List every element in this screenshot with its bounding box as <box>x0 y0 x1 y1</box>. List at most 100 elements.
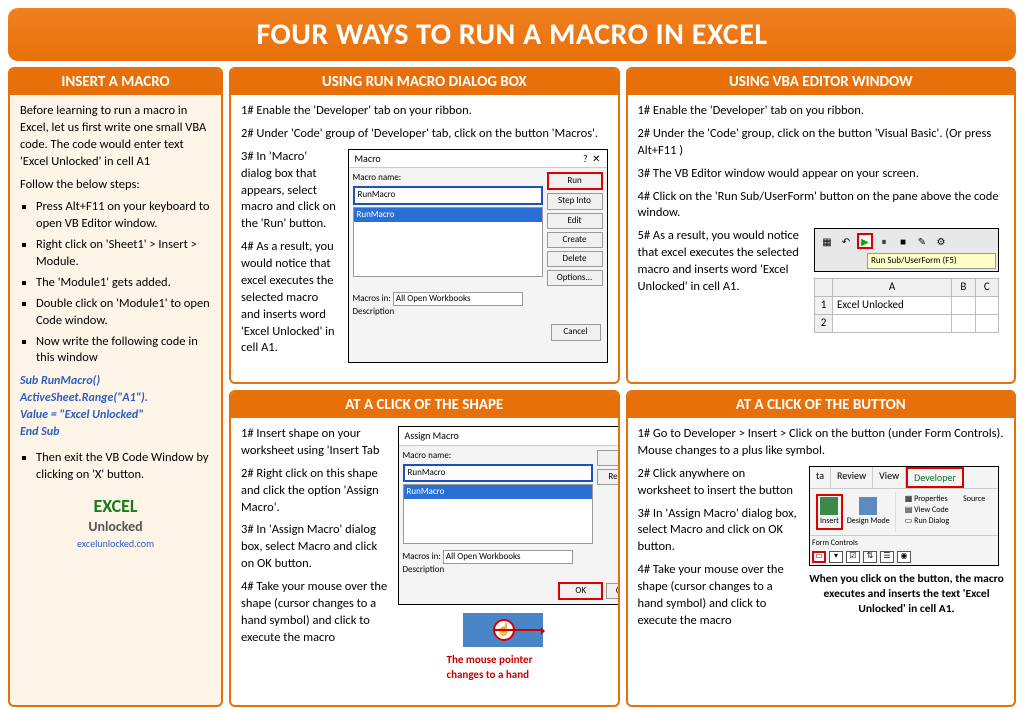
source-item[interactable]: Source <box>961 494 987 505</box>
panel-body-button: 1# Go to Developer > Insert > Click on t… <box>628 418 1015 705</box>
panel-header-run: USING RUN MACRO DIALOG BOX <box>231 69 618 95</box>
form-controls-label: Form Controls <box>812 538 996 549</box>
toolbar-icon[interactable]: ⏸ <box>876 233 892 249</box>
checkbox-control-icon[interactable]: ☑ <box>846 551 860 563</box>
insert-button[interactable]: Insert <box>816 494 843 530</box>
panel-header-button: AT A CLICK OF THE BUTTON <box>628 392 1015 418</box>
vba-code: Sub RunMacro() ActiveSheet.Range("A1"). … <box>20 373 211 440</box>
button-result-note: When you click on the button, the macro … <box>809 572 1004 617</box>
toolbar-icon[interactable]: ✎ <box>914 233 930 249</box>
ribbon-tab[interactable]: ta <box>810 467 831 489</box>
panel-body-shape: 1# Insert shape on your worksheet using … <box>231 418 618 705</box>
col-header: A <box>833 279 952 297</box>
step-item: Press Alt+F11 on your keyboard to open V… <box>36 199 211 233</box>
spinner-control-icon[interactable]: ⇅ <box>863 551 877 563</box>
run-s3: 3# In 'Macro' dialog box that appears, s… <box>241 149 340 233</box>
properties-item[interactable]: ▦ Properties <box>903 494 951 505</box>
macros-in-select[interactable]: All Open Workbooks <box>393 292 523 306</box>
macro-list-item[interactable]: RunMacro <box>404 485 592 499</box>
run-s4: 4# As a result, you would notice that ex… <box>241 239 340 357</box>
row-header: 2 <box>815 315 833 333</box>
panel-run-dialog: USING RUN MACRO DIALOG BOX 1# Enable the… <box>229 67 620 384</box>
code-line: End Sub <box>20 424 211 441</box>
ok-button[interactable]: OK <box>558 582 603 600</box>
arrow-icon <box>493 629 543 631</box>
last-step-list: Then exit the VB Code Window by clicking… <box>20 450 211 484</box>
run-s2: 2# Under 'Code' group of 'Developer' tab… <box>241 126 608 143</box>
step-item: Right click on 'Sheet1' > Insert > Modul… <box>36 237 211 271</box>
shape-s1: 1# Insert shape on your worksheet using … <box>241 426 390 460</box>
run-s1: 1# Enable the 'Developer' tab on your ri… <box>241 103 608 120</box>
button-control-icon[interactable]: ▭ <box>812 551 826 563</box>
developer-ribbon: ta Review View Developer Insert <box>809 466 999 566</box>
step-item: Now write the following code in this win… <box>36 334 211 368</box>
cancel-button[interactable]: Cancel <box>606 583 618 599</box>
design-mode-button[interactable]: Design Mode <box>845 496 892 528</box>
vba-s4: 4# Click on the 'Run Sub/UserForm' butto… <box>638 189 1005 223</box>
content-grid: INSERT A MACRO Before learning to run a … <box>8 67 1016 707</box>
shape-s2: 2# Right click on this shape and click t… <box>241 466 390 517</box>
macros-in-label: Macros in: <box>353 293 391 304</box>
panel-header-insert: INSERT A MACRO <box>10 69 221 95</box>
macros-in-select[interactable]: All Open Workbooks <box>443 550 573 564</box>
vba-s2: 2# Under the 'Code' group, click on the … <box>638 126 1005 160</box>
macro-list[interactable]: RunMacro <box>353 207 543 277</box>
excel-unlocked-logo: EXCEL Unlocked excelunlocked.com <box>20 494 211 551</box>
corner-cell <box>815 279 833 297</box>
insert-label: Insert <box>820 516 839 527</box>
toolbar-icon[interactable]: ■ <box>895 233 911 249</box>
col-header: C <box>975 279 998 297</box>
design-icon <box>859 497 877 515</box>
shape-s4: 4# Take your mouse over the shape (curso… <box>241 579 390 647</box>
vba-s3: 3# The VB Editor window would appear on … <box>638 166 1005 183</box>
logo-url: excelunlocked.com <box>20 537 211 551</box>
toolbar-icon[interactable]: ⚙ <box>933 233 949 249</box>
options-button[interactable]: Options... <box>547 270 603 286</box>
combo-control-icon[interactable]: ▾ <box>829 551 843 563</box>
panel-body-insert: Before learning to run a macro in Excel,… <box>10 95 221 705</box>
step-into-button[interactable]: Step Into <box>547 193 603 209</box>
view-code-item[interactable]: ▤ View Code <box>903 505 951 516</box>
vba-toolbar: ▦ ↶ ▶ ⏸ ■ ✎ ⚙ Run Sub/UserForm (F5) <box>814 228 999 272</box>
description-label: Description <box>403 564 618 576</box>
macro-list-item[interactable]: RunMacro <box>354 208 542 222</box>
record-button[interactable]: Record... <box>597 469 618 485</box>
panel-header-vba: USING VBA EDITOR WINDOW <box>628 69 1015 95</box>
logo-line2: Unlocked <box>20 518 211 537</box>
ribbon-tab[interactable]: View <box>873 467 906 489</box>
create-button[interactable]: Create <box>547 232 603 248</box>
step-item: Double click on 'Module1' to open Code w… <box>36 296 211 330</box>
delete-button[interactable]: Delete <box>547 251 603 267</box>
button-s2: 2# Click anywhere on worksheet to insert… <box>638 466 802 500</box>
run-dialog-item[interactable]: ▭ Run Dialog <box>903 516 951 527</box>
pointer-note: The mouse pointer changes to a hand <box>447 653 567 683</box>
description-label: Description <box>353 306 603 318</box>
dialog-controls[interactable]: ? ✕ <box>583 152 601 166</box>
macro-list[interactable]: RunMacro <box>403 484 593 544</box>
toolbar-icon[interactable]: ▦ <box>819 233 835 249</box>
macro-name-input[interactable]: RunMacro <box>403 464 593 482</box>
macros-in-label: Macros in: <box>403 551 441 562</box>
cancel-button[interactable]: Cancel <box>551 324 601 340</box>
macro-name-input[interactable]: RunMacro <box>353 186 543 204</box>
list-control-icon[interactable]: ☰ <box>880 551 894 563</box>
panel-body-vba: 1# Enable the 'Developer' tab on you rib… <box>628 95 1015 382</box>
dialog-title: Macro <box>355 152 381 166</box>
code-line: ActiveSheet.Range("A1"). <box>20 390 211 407</box>
insert-icon <box>820 497 838 515</box>
ribbon-tab[interactable]: Review <box>831 467 873 489</box>
ribbon-tab-developer[interactable]: Developer <box>906 467 964 489</box>
main-title: FOUR WAYS TO RUN A MACRO IN EXCEL <box>8 8 1016 61</box>
run-sub-icon[interactable]: ▶ <box>857 233 873 249</box>
edit-button[interactable]: Edit <box>547 213 603 229</box>
edit-button[interactable]: Edit <box>597 450 618 466</box>
radio-control-icon[interactable]: ◉ <box>897 551 911 563</box>
run-button[interactable]: Run <box>547 172 603 190</box>
toolbar-icon[interactable]: ↶ <box>838 233 854 249</box>
macro-name-label: Macro name: <box>353 172 543 184</box>
logo-line1: EXCEL <box>94 495 138 517</box>
panel-button: AT A CLICK OF THE BUTTON 1# Go to Develo… <box>626 390 1017 707</box>
shape-s3: 3# In 'Assign Macro' dialog box, select … <box>241 522 390 573</box>
button-s3: 3# In 'Assign Macro' dialog box, select … <box>638 506 802 557</box>
run-tooltip: Run Sub/UserForm (F5) <box>867 253 996 269</box>
